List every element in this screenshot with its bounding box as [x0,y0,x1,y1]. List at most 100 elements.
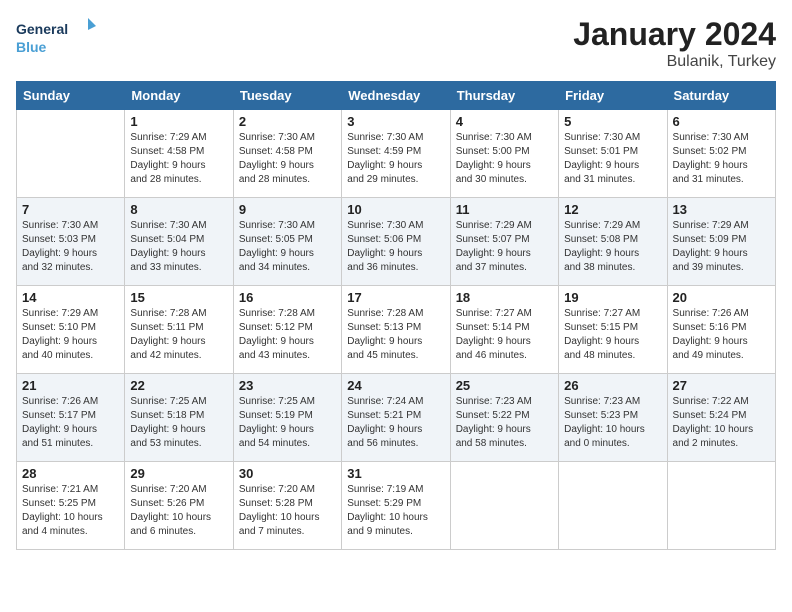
week-row-2: 7 Sunrise: 7:30 AMSunset: 5:03 PMDaylight… [17,198,776,286]
header-row: SundayMondayTuesdayWednesdayThursdayFrid… [17,82,776,110]
calendar-cell: 8Sunrise: 7:30 AMSunset: 5:04 PMDaylight… [125,198,233,286]
day-info: Sunrise: 7:30 AMSunset: 5:01 PMDaylight:… [564,131,661,187]
day-info: Sunrise: 7:23 AMSunset: 5:23 PMDaylight:… [564,395,661,451]
calendar-cell: 1Sunrise: 7:29 AMSunset: 4:58 PMDaylight… [125,110,233,198]
column-header-saturday: Saturday [667,82,775,110]
calendar-cell: 28Sunrise: 7:21 AMSunset: 5:25 PMDayligh… [17,462,125,550]
calendar-cell: 25 Sunrise: 7:23 AMSunset: 5:22 PMDayligh… [450,374,558,462]
column-header-friday: Friday [559,82,667,110]
day-number: 18 [456,290,553,305]
day-info: Sunrise: 7:28 AMSunset: 5:12 PMDaylight:… [239,307,336,363]
calendar-cell: 18 Sunrise: 7:27 AMSunset: 5:14 PMDayligh… [450,286,558,374]
week-row-4: 21Sunrise: 7:26 AMSunset: 5:17 PMDayligh… [17,374,776,462]
calendar-cell: 14 Sunrise: 7:29 AMSunset: 5:10 PMDayligh… [17,286,125,374]
calendar-cell: 20 Sunrise: 7:26 AMSunset: 5:16 PMDayligh… [667,286,775,374]
svg-text:Blue: Blue [16,39,47,55]
day-number: 10 [347,202,444,217]
day-info: Sunrise: 7:30 AMSunset: 5:06 PMDaylight:… [347,219,444,275]
day-info: Sunrise: 7:30 AMSunset: 4:59 PMDaylight:… [347,131,444,187]
day-info: Sunrise: 7:28 AMSunset: 5:11 PMDaylight:… [130,307,227,363]
day-info: Sunrise: 7:29 AMSunset: 5:07 PMDaylight:… [456,219,553,275]
day-number: 23 [239,378,336,393]
page-header: General Blue January 2024 Bulanik, Turke… [16,16,776,71]
day-number: 9 [239,202,336,217]
calendar-cell: 5 Sunrise: 7:30 AMSunset: 5:01 PMDaylight… [559,110,667,198]
day-info: Sunrise: 7:19 AMSunset: 5:29 PMDaylight:… [347,483,444,539]
day-number: 22 [130,378,227,393]
day-number: 25 [456,378,553,393]
day-number: 27 [673,378,770,393]
calendar-subtitle: Bulanik, Turkey [573,53,776,71]
calendar-cell: 13 Sunrise: 7:29 AMSunset: 5:09 PMDayligh… [667,198,775,286]
day-number: 13 [673,202,770,217]
calendar-title: January 2024 [573,16,776,53]
day-number: 12 [564,202,661,217]
calendar-cell [17,110,125,198]
day-number: 4 [456,114,553,129]
calendar-cell: 22 Sunrise: 7:25 AMSunset: 5:18 PMDayligh… [125,374,233,462]
day-number: 5 [564,114,661,129]
day-info: Sunrise: 7:30 AMSunset: 5:05 PMDaylight:… [239,219,336,275]
day-info: Sunrise: 7:29 AMSunset: 5:08 PMDaylight:… [564,219,661,275]
day-info: Sunrise: 7:29 AMSunset: 5:10 PMDaylight:… [22,307,119,363]
day-info: Sunrise: 7:29 AMSunset: 5:09 PMDaylight:… [673,219,770,275]
day-info: Sunrise: 7:25 AMSunset: 5:18 PMDaylight:… [130,395,227,451]
day-number: 28 [22,466,119,481]
calendar-cell: 6Sunrise: 7:30 AMSunset: 5:02 PMDaylight… [667,110,775,198]
logo: General Blue [16,16,96,60]
calendar-cell: 16 Sunrise: 7:28 AMSunset: 5:12 PMDayligh… [233,286,341,374]
day-number: 14 [22,290,119,305]
week-row-5: 28Sunrise: 7:21 AMSunset: 5:25 PMDayligh… [17,462,776,550]
day-number: 3 [347,114,444,129]
day-number: 24 [347,378,444,393]
day-number: 1 [130,114,227,129]
day-info: Sunrise: 7:26 AMSunset: 5:16 PMDaylight:… [673,307,770,363]
day-info: Sunrise: 7:20 AMSunset: 5:26 PMDaylight:… [130,483,227,539]
day-number: 11 [456,202,553,217]
day-info: Sunrise: 7:20 AMSunset: 5:28 PMDaylight:… [239,483,336,539]
day-info: Sunrise: 7:30 AMSunset: 5:04 PMDaylight:… [130,219,227,275]
calendar-cell: 9 Sunrise: 7:30 AMSunset: 5:05 PMDaylight… [233,198,341,286]
day-number: 20 [673,290,770,305]
day-number: 26 [564,378,661,393]
calendar-cell: 15 Sunrise: 7:28 AMSunset: 5:11 PMDayligh… [125,286,233,374]
calendar-cell: 30 Sunrise: 7:20 AMSunset: 5:28 PMDayligh… [233,462,341,550]
day-number: 15 [130,290,227,305]
calendar-cell: 3 Sunrise: 7:30 AMSunset: 4:59 PMDaylight… [342,110,450,198]
calendar-cell: 2Sunrise: 7:30 AMSunset: 4:58 PMDaylight… [233,110,341,198]
day-info: Sunrise: 7:30 AMSunset: 5:00 PMDaylight:… [456,131,553,187]
calendar-cell: 7 Sunrise: 7:30 AMSunset: 5:03 PMDaylight… [17,198,125,286]
day-number: 29 [130,466,227,481]
column-header-tuesday: Tuesday [233,82,341,110]
calendar-cell: 24Sunrise: 7:24 AMSunset: 5:21 PMDayligh… [342,374,450,462]
day-number: 7 [22,202,119,217]
calendar-cell: 4 Sunrise: 7:30 AMSunset: 5:00 PMDaylight… [450,110,558,198]
day-number: 16 [239,290,336,305]
calendar-cell [559,462,667,550]
calendar-cell: 23 Sunrise: 7:25 AMSunset: 5:19 PMDayligh… [233,374,341,462]
calendar-cell: 31 Sunrise: 7:19 AMSunset: 5:29 PMDayligh… [342,462,450,550]
column-header-wednesday: Wednesday [342,82,450,110]
calendar-cell [450,462,558,550]
day-number: 6 [673,114,770,129]
calendar-cell: 26 Sunrise: 7:23 AMSunset: 5:23 PMDayligh… [559,374,667,462]
svg-text:General: General [16,21,68,37]
day-number: 2 [239,114,336,129]
day-info: Sunrise: 7:27 AMSunset: 5:14 PMDaylight:… [456,307,553,363]
calendar-cell: 29 Sunrise: 7:20 AMSunset: 5:26 PMDayligh… [125,462,233,550]
day-info: Sunrise: 7:23 AMSunset: 5:22 PMDaylight:… [456,395,553,451]
day-number: 31 [347,466,444,481]
calendar-cell: 11 Sunrise: 7:29 AMSunset: 5:07 PMDayligh… [450,198,558,286]
calendar-table: SundayMondayTuesdayWednesdayThursdayFrid… [16,81,776,550]
day-info: Sunrise: 7:25 AMSunset: 5:19 PMDaylight:… [239,395,336,451]
day-number: 19 [564,290,661,305]
calendar-cell: 10 Sunrise: 7:30 AMSunset: 5:06 PMDayligh… [342,198,450,286]
calendar-cell: 12 Sunrise: 7:29 AMSunset: 5:08 PMDayligh… [559,198,667,286]
day-number: 30 [239,466,336,481]
calendar-cell [667,462,775,550]
day-info: Sunrise: 7:28 AMSunset: 5:13 PMDaylight:… [347,307,444,363]
day-number: 17 [347,290,444,305]
day-info: Sunrise: 7:26 AMSunset: 5:17 PMDaylight:… [22,395,119,451]
day-info: Sunrise: 7:30 AMSunset: 5:03 PMDaylight:… [22,219,119,275]
calendar-cell: 21Sunrise: 7:26 AMSunset: 5:17 PMDayligh… [17,374,125,462]
